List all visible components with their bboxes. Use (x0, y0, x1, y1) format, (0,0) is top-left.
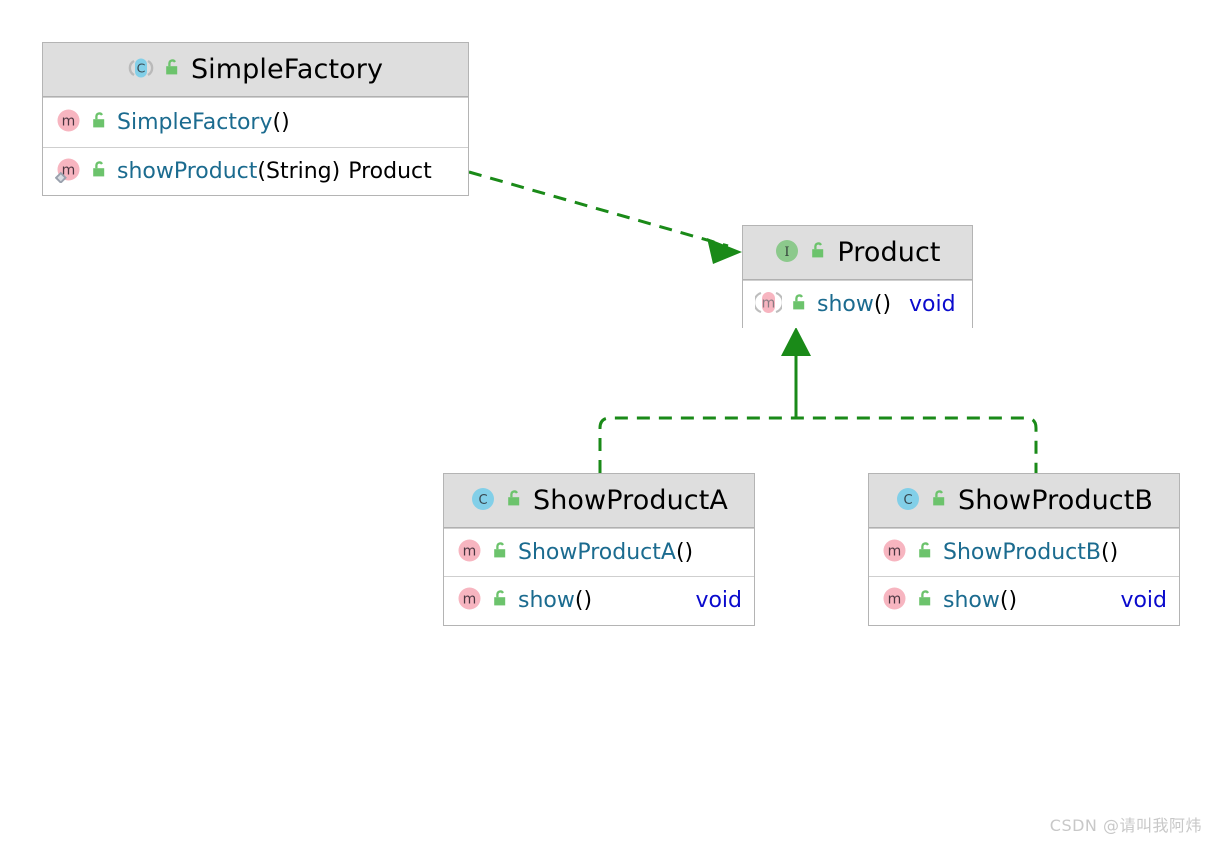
public-unlocked-icon (90, 111, 109, 134)
member-row[interactable]: m SimpleFactory() (43, 97, 468, 147)
public-unlocked-icon (916, 541, 935, 564)
public-unlocked-icon (491, 589, 510, 612)
member-name: ShowProductA (518, 540, 676, 565)
public-unlocked-icon (916, 589, 935, 612)
svg-text:m: m (762, 296, 776, 312)
class-name-showproducta: ShowProductA (532, 485, 729, 516)
svg-text:C: C (903, 492, 912, 507)
svg-text:C: C (137, 60, 146, 75)
watermark-text: CSDN @请叫我阿炜 (1049, 816, 1202, 835)
member-return-type: void (909, 292, 956, 317)
dependency-arrow-simplefactory-product (468, 170, 742, 264)
member-return-type: void (695, 588, 742, 613)
class-header-showproductb: C ShowProductB (869, 474, 1179, 528)
member-row[interactable]: m showProduct(String) Product (43, 147, 468, 195)
class-name-simplefactory: SimpleFactory (190, 54, 384, 85)
class-header-showproducta: C ShowProductA (444, 474, 754, 528)
svg-text:m: m (888, 544, 902, 560)
public-unlocked-icon (505, 489, 524, 512)
member-row[interactable]: m ShowProductA() (444, 528, 754, 576)
class-header-simplefactory: C SimpleFactory (43, 43, 468, 97)
member-params: () (1101, 540, 1119, 565)
class-icon: C (128, 55, 154, 85)
public-unlocked-icon (163, 58, 182, 81)
class-name-showproductb: ShowProductB (957, 485, 1154, 516)
public-unlocked-icon (790, 293, 809, 316)
svg-text:m: m (463, 592, 477, 608)
member-name: ShowProductB (943, 540, 1101, 565)
method-icon: m (55, 107, 82, 138)
member-params: () (574, 588, 593, 613)
member-row[interactable]: m show() void (869, 576, 1179, 624)
svg-text:I: I (785, 245, 790, 260)
class-box-showproductb[interactable]: C ShowProductB m ShowProductB() m show()… (868, 473, 1180, 626)
class-header-product: I Product (743, 226, 972, 280)
interface-icon: I (774, 238, 800, 268)
member-params: () (873, 292, 892, 317)
method-icon: m (54, 156, 82, 187)
member-name: SimpleFactory (117, 110, 273, 135)
svg-text:C: C (478, 492, 487, 507)
class-box-showproducta[interactable]: C ShowProductA m ShowProductA() m show()… (443, 473, 755, 626)
method-icon: m (753, 289, 784, 320)
class-box-simplefactory[interactable]: C SimpleFactory m SimpleFactory() m show… (42, 42, 469, 196)
member-signature: show() (943, 588, 1017, 613)
member-signature: SimpleFactory() (117, 110, 290, 135)
member-params: () (675, 540, 694, 565)
member-signature: ShowProductB() (943, 540, 1118, 565)
method-icon: m (881, 537, 908, 568)
method-icon: m (456, 537, 483, 568)
realization-arrow-subclasses-product (598, 327, 1038, 473)
member-name: show (518, 588, 575, 613)
member-signature: showProduct(String) (117, 159, 340, 184)
svg-text:m: m (888, 592, 902, 608)
svg-text:m: m (463, 544, 477, 560)
method-icon: m (456, 585, 483, 616)
member-name: show (817, 292, 874, 317)
method-icon: m (881, 585, 908, 616)
member-params: () (999, 588, 1018, 613)
member-return-type: Product (348, 159, 432, 184)
member-row[interactable]: m show() void (743, 280, 972, 328)
member-params: () (272, 110, 290, 135)
member-name: show (943, 588, 1000, 613)
class-box-product[interactable]: I Product m show() void (742, 225, 973, 328)
member-signature: show() (518, 588, 592, 613)
svg-text:m: m (62, 114, 76, 130)
member-return-type: void (1120, 588, 1167, 613)
member-signature: show() (817, 292, 891, 317)
class-icon: C (470, 486, 496, 516)
member-params: (String) (257, 159, 341, 184)
member-row[interactable]: m show() void (444, 576, 754, 624)
public-unlocked-icon (809, 241, 828, 264)
public-unlocked-icon (491, 541, 510, 564)
member-row[interactable]: m ShowProductB() (869, 528, 1179, 576)
public-unlocked-icon (90, 160, 109, 183)
public-unlocked-icon (930, 489, 949, 512)
diagram-canvas: C SimpleFactory m SimpleFactory() m show… (0, 0, 1220, 848)
member-name: showProduct (117, 159, 258, 184)
member-signature: ShowProductA() (518, 540, 693, 565)
class-icon: C (895, 486, 921, 516)
class-name-product: Product (837, 237, 941, 268)
